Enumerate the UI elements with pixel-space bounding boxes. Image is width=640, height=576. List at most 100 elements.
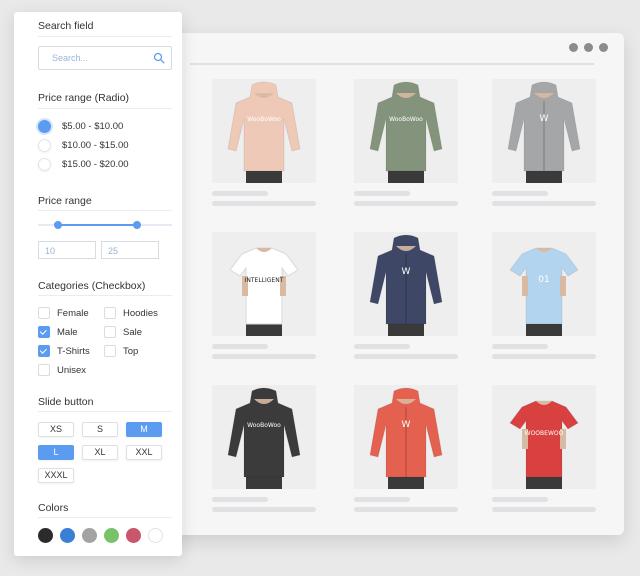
- product-card[interactable]: WooBoWoo: [212, 385, 316, 512]
- product-price-placeholder: [492, 354, 596, 359]
- divider: [38, 210, 172, 211]
- category-label: Male: [57, 326, 78, 338]
- product-card[interactable]: W: [492, 79, 596, 206]
- checkbox[interactable]: [38, 326, 50, 338]
- product-card[interactable]: INTELLIGENT: [212, 232, 316, 359]
- size-button[interactable]: M: [126, 422, 162, 437]
- window-divider: [190, 63, 594, 65]
- product-price-placeholder: [492, 201, 596, 206]
- price-max-input[interactable]: 25: [101, 241, 159, 259]
- product-price-placeholder: [354, 507, 458, 512]
- product-image[interactable]: W: [354, 385, 458, 489]
- checkbox[interactable]: [38, 307, 50, 319]
- product-price-placeholder: [492, 507, 596, 512]
- garment-illustration: W: [354, 385, 458, 489]
- price-radio-label: $5.00 - $10.00: [62, 121, 124, 132]
- price-min-input[interactable]: 10: [38, 241, 96, 259]
- size-button[interactable]: XS: [38, 422, 74, 437]
- svg-text:INTELLIGENT: INTELLIGENT: [245, 277, 284, 284]
- category-checkbox-item[interactable]: Unisex: [38, 364, 86, 376]
- product-title-placeholder: [354, 344, 410, 349]
- product-price-placeholder: [354, 354, 458, 359]
- product-price-placeholder: [354, 201, 458, 206]
- product-image[interactable]: WooBoWoo: [212, 385, 316, 489]
- radio-button[interactable]: [38, 120, 51, 133]
- product-card[interactable]: WOOBEWOO: [492, 385, 596, 512]
- price-radio-option[interactable]: $5.00 - $10.00: [38, 120, 123, 133]
- price-radio-option[interactable]: $15.00 - $20.00: [38, 158, 129, 171]
- product-title-placeholder: [212, 497, 268, 502]
- color-swatch[interactable]: [148, 528, 163, 543]
- color-swatch[interactable]: [104, 528, 119, 543]
- product-window: WooBoWoo WooBoWoo W INTELLIGENT W 01 Woo…: [160, 33, 624, 535]
- product-image[interactable]: W: [354, 232, 458, 336]
- checkbox[interactable]: [104, 326, 116, 338]
- product-price-placeholder: [212, 507, 316, 512]
- color-swatch[interactable]: [38, 528, 53, 543]
- window-dot-icon[interactable]: [599, 43, 608, 52]
- filter-sidebar: Search field Search... Price range (Radi…: [14, 12, 182, 556]
- price-radio-option[interactable]: $10.00 - $15.00: [38, 139, 129, 152]
- checkbox[interactable]: [38, 345, 50, 357]
- product-card[interactable]: W: [354, 385, 458, 512]
- color-swatch[interactable]: [126, 528, 141, 543]
- search-icon[interactable]: [153, 52, 165, 64]
- svg-text:WooBoWoo: WooBoWoo: [247, 116, 281, 123]
- product-card[interactable]: WooBoWoo: [354, 79, 458, 206]
- radio-button[interactable]: [38, 139, 51, 152]
- size-button[interactable]: L: [38, 445, 74, 460]
- svg-text:WooBoWoo: WooBoWoo: [247, 422, 281, 429]
- window-dot-icon[interactable]: [584, 43, 593, 52]
- category-checkbox-item[interactable]: Top: [104, 345, 138, 357]
- checkbox[interactable]: [38, 364, 50, 376]
- radio-button[interactable]: [38, 158, 51, 171]
- category-checkbox-item[interactable]: Hoodies: [104, 307, 158, 319]
- category-checkbox-item[interactable]: Male: [38, 326, 78, 338]
- garment-illustration: INTELLIGENT: [212, 232, 316, 336]
- product-card[interactable]: WooBoWoo: [212, 79, 316, 206]
- checkbox[interactable]: [104, 307, 116, 319]
- garment-illustration: WooBoWoo: [354, 79, 458, 183]
- color-swatch[interactable]: [82, 528, 97, 543]
- product-title-placeholder: [212, 344, 268, 349]
- price-range-title: Price range: [38, 195, 92, 207]
- product-image[interactable]: WOOBEWOO: [492, 385, 596, 489]
- size-button[interactable]: S: [82, 422, 118, 437]
- size-button[interactable]: XXL: [126, 445, 162, 460]
- product-image[interactable]: WooBoWoo: [354, 79, 458, 183]
- product-card[interactable]: 01: [492, 232, 596, 359]
- window-dot-icon[interactable]: [569, 43, 578, 52]
- product-image[interactable]: INTELLIGENT: [212, 232, 316, 336]
- colors-title: Colors: [38, 502, 69, 514]
- product-card[interactable]: W: [354, 232, 458, 359]
- category-label: Female: [57, 307, 89, 319]
- price-slider-min-handle[interactable]: [54, 221, 62, 229]
- product-image[interactable]: W: [492, 79, 596, 183]
- category-checkbox-item[interactable]: T-Shirts: [38, 345, 90, 357]
- product-title-placeholder: [354, 497, 410, 502]
- svg-text:01: 01: [538, 275, 549, 285]
- product-title-placeholder: [492, 497, 548, 502]
- product-image[interactable]: WooBoWoo: [212, 79, 316, 183]
- product-image[interactable]: 01: [492, 232, 596, 336]
- color-swatch[interactable]: [60, 528, 75, 543]
- garment-illustration: WooBoWoo: [212, 385, 316, 489]
- product-price-placeholder: [212, 201, 316, 206]
- garment-illustration: 01: [492, 232, 596, 336]
- svg-text:W: W: [402, 420, 411, 430]
- size-button[interactable]: XL: [82, 445, 118, 460]
- category-checkbox-item[interactable]: Female: [38, 307, 89, 319]
- size-button[interactable]: XXXL: [38, 468, 74, 483]
- search-input[interactable]: Search...: [38, 46, 172, 70]
- product-price-placeholder: [212, 354, 316, 359]
- product-title-placeholder: [492, 191, 548, 196]
- category-label: Top: [123, 345, 139, 357]
- divider: [38, 36, 172, 37]
- checkbox[interactable]: [104, 345, 116, 357]
- category-label: Unisex: [57, 364, 87, 376]
- product-title-placeholder: [492, 344, 548, 349]
- svg-text:WooBoWoo: WooBoWoo: [389, 116, 423, 123]
- categories-title: Categories (Checkbox): [38, 280, 146, 292]
- category-checkbox-item[interactable]: Sale: [104, 326, 142, 338]
- price-slider-max-handle[interactable]: [133, 221, 141, 229]
